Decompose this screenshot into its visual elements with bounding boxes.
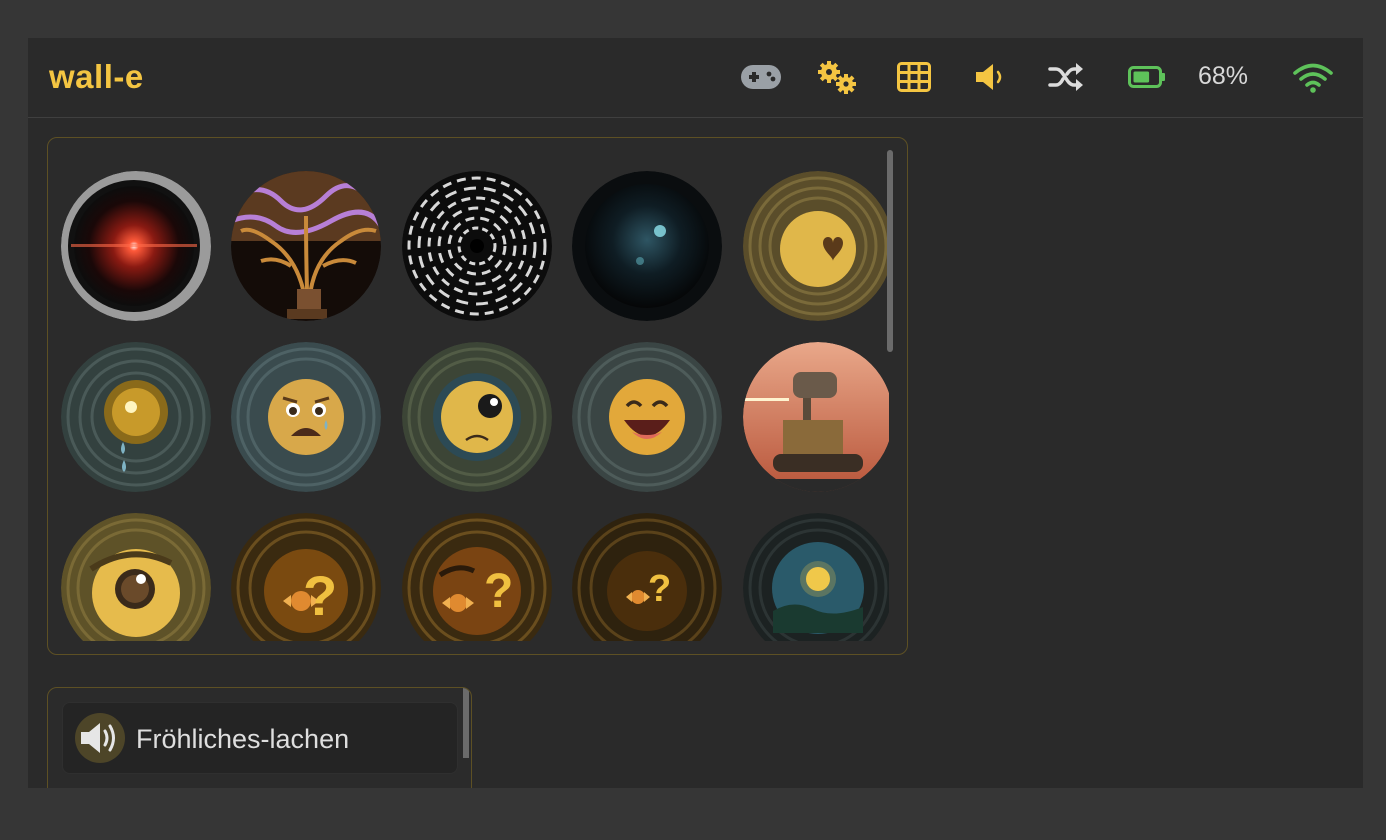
sound-list-scrollbar[interactable] <box>463 688 469 758</box>
shuffle-icon[interactable] <box>1048 62 1084 92</box>
face-tile-tree-boot[interactable] <box>231 171 381 321</box>
gears-icon[interactable] <box>816 60 858 96</box>
svg-text:?: ? <box>303 564 337 627</box>
grid-icon[interactable] <box>897 62 931 92</box>
face-grid-scrollbar[interactable] <box>887 150 893 352</box>
sound-item[interactable]: Fröhliches-lachen <box>62 702 458 774</box>
face-tile-red-lens[interactable] <box>61 171 211 321</box>
face-grid: ? ? ? <box>61 171 889 641</box>
face-tile-candy-question-eyebrow[interactable]: ? <box>402 513 552 641</box>
sound-list-panel: Fröhliches-lachen <box>47 687 472 788</box>
face-tile-night-sky[interactable] <box>743 513 889 641</box>
face-tile-scared-face[interactable] <box>231 342 381 492</box>
app-window: wall-e 68% ? ? ? Fröhliches-lachen <box>28 38 1363 788</box>
face-tile-candy-question-dim[interactable]: ? <box>572 513 722 641</box>
sound-item-label: Fröhliches-lachen <box>136 724 350 754</box>
face-tile-candy-question[interactable]: ? <box>231 513 381 641</box>
volume-low-icon[interactable] <box>974 62 1006 92</box>
wifi-icon <box>1293 63 1333 93</box>
face-tile-laughing-face[interactable] <box>572 342 722 492</box>
face-grid-panel: ? ? ? <box>47 137 908 655</box>
face-tile-heart-eye[interactable] <box>743 171 889 321</box>
speaker-icon <box>75 713 125 763</box>
app-title: wall-e <box>49 58 144 95</box>
face-tile-looking-eye[interactable] <box>61 513 211 641</box>
svg-text:?: ? <box>648 568 671 610</box>
face-tile-wall-e-photo[interactable] <box>743 342 889 492</box>
face-tile-white-swirl[interactable] <box>402 171 552 321</box>
face-tile-crying-eye[interactable] <box>61 342 211 492</box>
gamepad-icon[interactable] <box>740 64 782 90</box>
battery-percentage: 68% <box>1198 62 1249 90</box>
svg-text:?: ? <box>484 565 513 618</box>
face-tile-sad-one-eye[interactable] <box>402 342 552 492</box>
battery-icon <box>1128 66 1165 88</box>
top-bar: wall-e 68% <box>28 38 1363 118</box>
face-tile-dark-orb[interactable] <box>572 171 722 321</box>
